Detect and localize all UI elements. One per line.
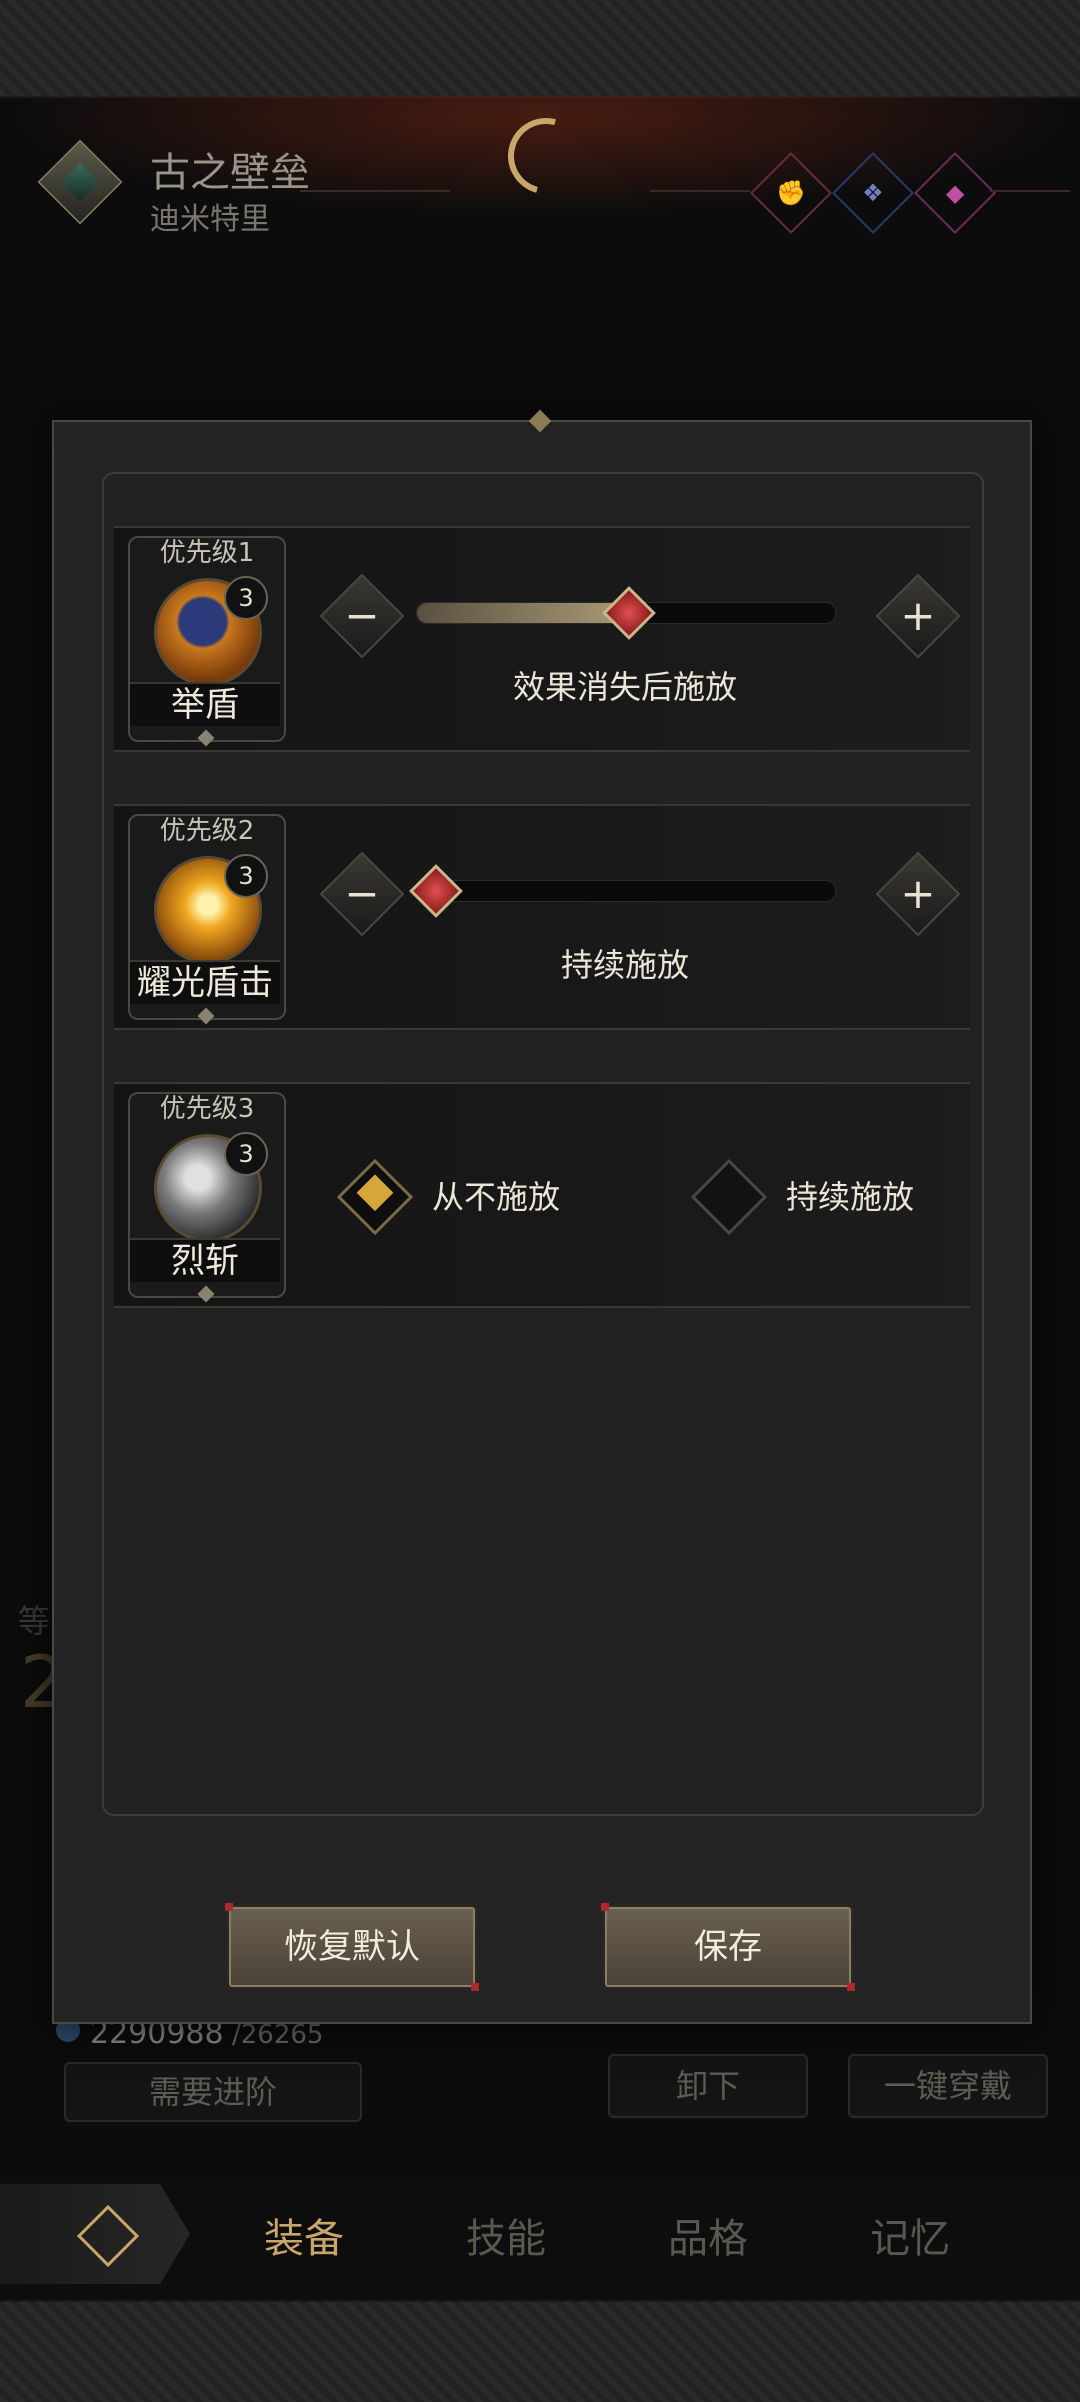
need-advance-button[interactable]: 需要进阶 — [64, 2062, 362, 2122]
emblem-gem — [60, 162, 100, 202]
frame-gem-icon — [197, 1007, 215, 1025]
cast-mode-text: 效果消失后施放 — [512, 668, 737, 706]
increase-button[interactable]: + — [875, 851, 961, 937]
cast-timing-slider[interactable] — [409, 864, 836, 918]
back-button[interactable] — [0, 2184, 190, 2284]
slider-thumb[interactable] — [602, 586, 656, 640]
plus-icon: + — [900, 591, 936, 640]
increase-button[interactable]: + — [875, 573, 961, 659]
never-cast-label[interactable]: 从不施放 — [432, 1172, 560, 1218]
header-divider-far-right — [990, 190, 1070, 192]
modal-top-ornament — [528, 409, 552, 433]
header-divider-right — [650, 190, 750, 192]
reset-default-label: 恢复默认 — [284, 1927, 420, 1967]
level-label: 等 — [18, 1602, 51, 1640]
minus-icon: − — [344, 869, 380, 918]
skill-name: 耀光盾击 — [130, 960, 280, 1004]
equip-all-label: 一键穿戴 — [883, 2067, 1012, 2105]
tab-skills[interactable]: 技能 — [466, 2206, 546, 2264]
save-label: 保存 — [694, 1927, 762, 1967]
skill-name: 烈斩 — [130, 1238, 280, 1282]
frame-gem-icon — [197, 729, 215, 747]
exp-max: /26265 — [232, 2020, 324, 2050]
tab-memory[interactable]: 记忆 — [870, 2206, 950, 2264]
frame-gem-icon — [197, 1285, 215, 1303]
skill-frame[interactable]: 优先级2 3 耀光盾击 — [128, 814, 286, 1025]
cast-timing-slider[interactable] — [416, 586, 836, 640]
skill-priority-modal: 优先级1 3 举盾 − + 效果消失后施放 优先级2 3 耀光盾击 − + 持续… — [52, 409, 1032, 2024]
plus-icon: + — [900, 869, 936, 918]
skill-name: 举盾 — [130, 682, 280, 726]
slider-thumb[interactable] — [409, 864, 463, 918]
back-arrow-icon — [76, 2204, 140, 2268]
hero-title: 古之壁垒 — [150, 150, 310, 196]
skill-row-1: 优先级1 3 举盾 − + 效果消失后施放 — [114, 526, 970, 752]
skill-row-3: 优先级3 3 烈斩 从不施放 持续施放 — [114, 1082, 970, 1308]
tab-character[interactable]: 品格 — [668, 2206, 748, 2264]
save-button[interactable]: 保存 — [601, 1903, 855, 1991]
slider-fill — [417, 603, 626, 623]
minus-icon: − — [344, 591, 380, 640]
decrease-button[interactable]: − — [319, 851, 405, 937]
skill-level-badge: 3 — [224, 576, 268, 620]
skill-level-badge: 3 — [224, 1132, 268, 1176]
skill-row-2: 优先级2 3 耀光盾击 − + 持续施放 — [114, 804, 970, 1030]
skill-level-badge: 3 — [224, 854, 268, 898]
button-corner — [847, 1983, 855, 1991]
button-corner — [225, 1903, 233, 1911]
priority-label: 优先级3 — [159, 1094, 255, 1124]
priority-label: 优先级1 — [159, 538, 255, 568]
priority-label: 优先级2 — [159, 816, 255, 846]
decrease-button[interactable]: − — [319, 573, 405, 659]
top-ornament-bar — [0, 0, 1080, 98]
equip-all-button[interactable]: 一键穿戴 — [848, 2054, 1048, 2118]
cast-mode-text: 持续施放 — [560, 946, 689, 984]
unequip-label: 卸下 — [675, 2067, 740, 2105]
unequip-button[interactable]: 卸下 — [608, 2054, 808, 2118]
button-corner — [471, 1983, 479, 1991]
hero-name: 迪米特里 — [150, 202, 270, 237]
reset-default-button[interactable]: 恢复默认 — [225, 1903, 479, 1991]
button-corner — [601, 1903, 609, 1911]
check-icon — [365, 1180, 393, 1208]
never-cast-radio[interactable] — [336, 1158, 414, 1236]
continuous-cast-label[interactable]: 持续施放 — [786, 1172, 914, 1218]
bottom-ornament-bar — [0, 2300, 1080, 2402]
need-advance-label: 需要进阶 — [148, 2073, 277, 2111]
continuous-cast-radio[interactable] — [690, 1158, 768, 1236]
header-divider-left — [300, 190, 450, 192]
skill-frame[interactable]: 优先级3 3 烈斩 — [128, 1092, 286, 1303]
skill-frame[interactable]: 优先级1 3 举盾 — [128, 536, 286, 747]
tab-equipment[interactable]: 装备 — [264, 2206, 344, 2264]
